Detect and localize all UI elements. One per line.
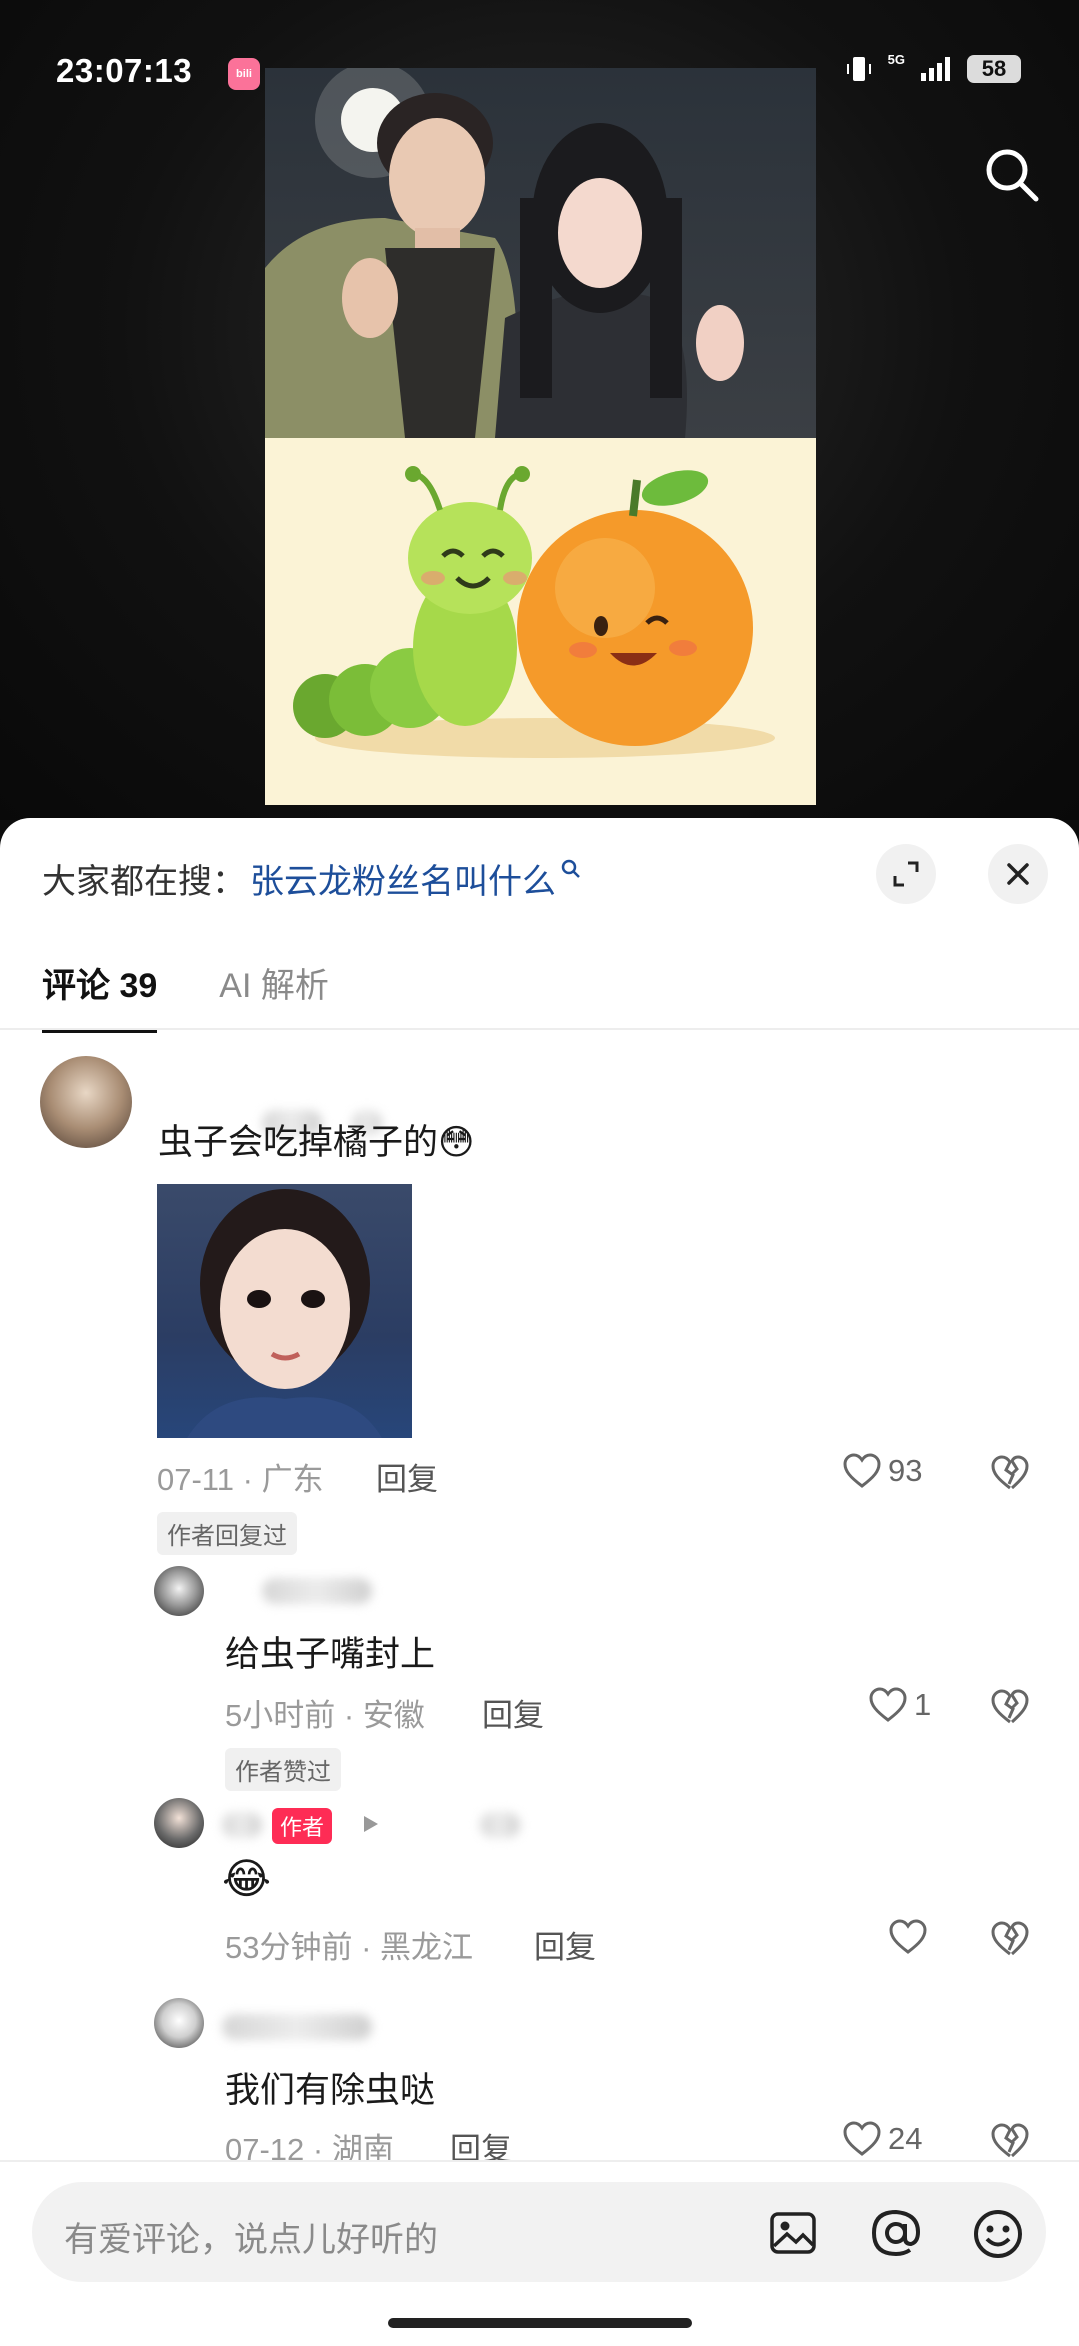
replied-to-name-blurred — [480, 1812, 520, 1838]
reply-name-blurred[interactable] — [222, 2014, 372, 2040]
comment-input-bar: 有爱评论，说点儿好听的 — [0, 2160, 1079, 2346]
broken-heart-icon — [991, 1455, 1029, 1490]
comment-placeholder: 有爱评论，说点儿好听的 — [64, 2221, 438, 2259]
post-cartoon-image — [265, 438, 816, 805]
trending-query-link[interactable]: 张云龙粉丝名叫什么 — [250, 854, 556, 903]
broken-heart-icon — [991, 2123, 1029, 2158]
photo-people-illustration — [265, 68, 744, 438]
battery-indicator: 58 — [967, 55, 1021, 83]
expand-button[interactable] — [876, 844, 936, 904]
signal-icon — [921, 57, 950, 81]
comment-location: 广东 — [261, 1462, 324, 1497]
comment-time: 07-11 — [157, 1462, 234, 1497]
caterpillar-orange-illustration — [293, 466, 775, 758]
status-time: 23:07:13 — [56, 52, 193, 89]
play-triangle-icon — [364, 1816, 378, 1832]
status-icons: 5G 58 — [844, 51, 1021, 84]
reply-time: 53分钟前 — [225, 1930, 353, 1965]
close-button[interactable] — [988, 844, 1048, 904]
close-icon — [1007, 863, 1029, 885]
comment-input[interactable]: 有爱评论，说点儿好听的 — [32, 2182, 1046, 2282]
reply-location: 安徽 — [362, 1698, 425, 1733]
comment-text: 虫子会吃掉橘子的😳 — [158, 1114, 475, 1165]
reply-avatar[interactable] — [154, 1566, 204, 1616]
shy-emoji-icon: 😳 — [438, 1123, 475, 1162]
search-button[interactable] — [983, 146, 1041, 209]
reply-name-blurred[interactable] — [262, 1578, 372, 1604]
image-icon[interactable] — [768, 2208, 818, 2258]
author-name-blurred[interactable] — [222, 1812, 262, 1838]
reply-text: 给虫子嘴封上 — [225, 1635, 436, 1674]
like-button[interactable] — [888, 1918, 934, 1956]
heart-icon — [889, 1919, 927, 1954]
comments-panel: 大家都在搜： 张云龙粉丝名叫什么 评论 39 AI 解析 虫子会吃掉橘子的😳 0… — [0, 818, 1079, 2344]
comment-meta: 07-11 · 广东 — [157, 1462, 324, 1497]
author-liked-tag: 作者赞过 — [225, 1748, 341, 1791]
heart-icon — [869, 1687, 907, 1722]
trending-search[interactable]: 大家都在搜： 张云龙粉丝名叫什么 — [42, 854, 582, 903]
reply-button[interactable]: 回复 — [482, 1690, 544, 1735]
like-count: 1 — [914, 1687, 932, 1722]
like-count: 24 — [888, 2121, 923, 2156]
trending-label: 大家都在搜： — [42, 863, 246, 901]
author-tag: 作者 — [272, 1808, 333, 1844]
reply-text: 我们有除虫哒 — [225, 2071, 436, 2110]
emoji-icon[interactable] — [972, 2208, 1024, 2260]
heart-icon — [843, 1453, 881, 1488]
like-button[interactable]: 24 — [842, 2120, 922, 2158]
comment-tabs: 评论 39 AI 解析 — [42, 958, 329, 1033]
author-avatar[interactable] — [154, 1798, 204, 1848]
author-replied-tag: 作者回复过 — [157, 1512, 297, 1555]
at-icon[interactable] — [870, 2208, 922, 2258]
tab-ai-analysis[interactable]: AI 解析 — [219, 958, 329, 1033]
comment-image[interactable] — [157, 1184, 412, 1438]
small-search-icon — [561, 859, 580, 878]
reply-location: 黑龙江 — [380, 1930, 474, 1965]
reply-meta: 5小时前 · 安徽 — [225, 1698, 425, 1733]
vibrate-icon — [846, 57, 871, 81]
reply-button[interactable]: 回复 — [376, 1454, 438, 1499]
network-type: 5G — [887, 51, 905, 67]
broken-heart-icon — [991, 1921, 1029, 1956]
tab-comments[interactable]: 评论 39 — [42, 958, 158, 1033]
tabs-divider — [0, 1028, 1079, 1030]
like-button[interactable]: 93 — [842, 1452, 922, 1490]
comment-text-content: 虫子会吃掉橘子的 — [158, 1123, 439, 1162]
dislike-button[interactable] — [990, 1454, 1030, 1497]
expand-icon — [893, 861, 919, 887]
like-count: 93 — [888, 1453, 923, 1488]
post-media[interactable] — [265, 68, 816, 805]
selfie-illustration — [187, 1189, 382, 1438]
reply-button[interactable]: 回复 — [534, 1922, 596, 1967]
home-indicator — [388, 2318, 692, 2328]
laugh-cry-emoji-icon: 😂 — [222, 1855, 272, 1902]
like-button[interactable]: 1 — [868, 1686, 931, 1724]
dislike-button[interactable] — [990, 2122, 1030, 2165]
dislike-button[interactable] — [990, 1920, 1030, 1963]
broken-heart-icon — [991, 1689, 1029, 1724]
bilibili-app-icon: bili — [228, 58, 260, 90]
reply-time: 5小时前 — [225, 1698, 336, 1733]
dislike-button[interactable] — [990, 1688, 1030, 1731]
reply-avatar[interactable] — [154, 1998, 204, 2048]
reply-meta: 53分钟前 · 黑龙江 — [225, 1930, 474, 1965]
heart-icon — [843, 2121, 881, 2156]
search-icon — [986, 149, 1039, 202]
commenter-avatar[interactable] — [40, 1056, 132, 1148]
post-photo — [265, 68, 816, 438]
